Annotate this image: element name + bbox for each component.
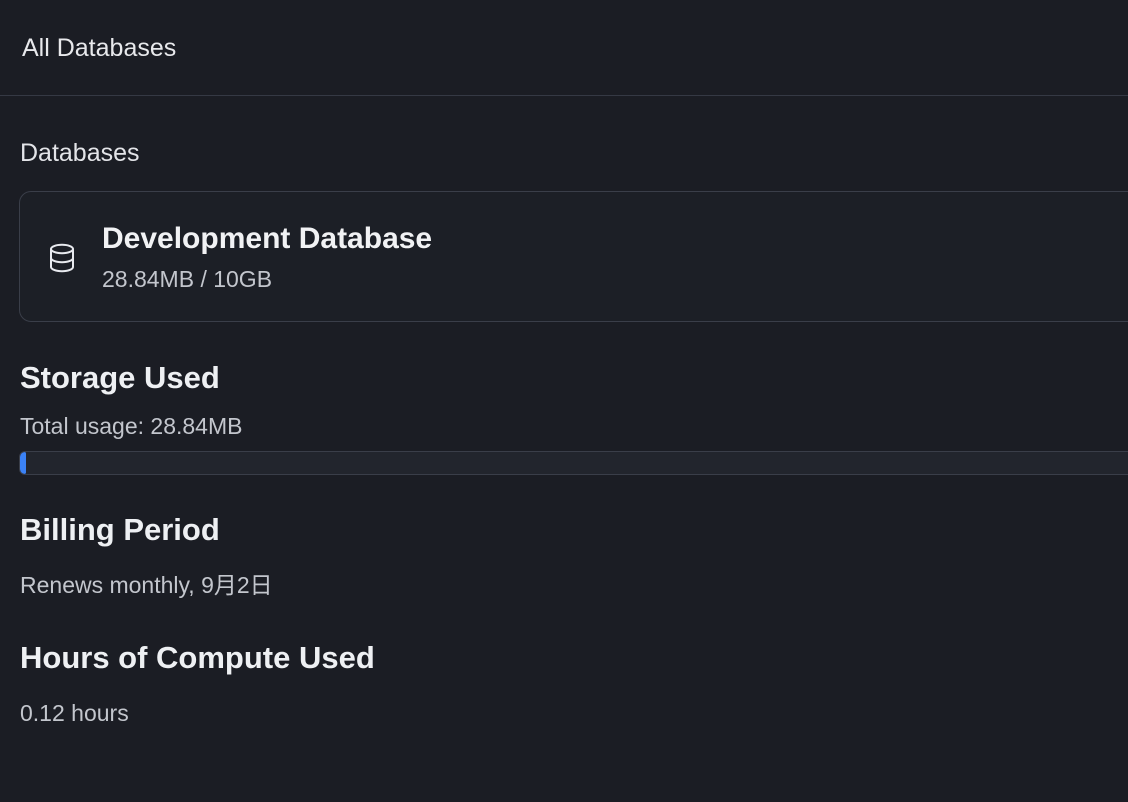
database-usage: 28.84MB / 10GB bbox=[102, 266, 273, 292]
billing-period-title: Billing Period bbox=[20, 512, 220, 547]
page-header: All Databases bbox=[0, 0, 1128, 96]
database-name: Development Database bbox=[102, 222, 433, 255]
database-card[interactable]: Development Database 28.84MB / 10GB bbox=[19, 191, 1128, 322]
compute-hours-value: 0.12 hours bbox=[20, 700, 129, 726]
databases-section-label: Databases bbox=[20, 139, 140, 167]
storage-used-title: Storage Used bbox=[20, 360, 220, 395]
billing-renewal-text: Renews monthly, 9月2日 bbox=[20, 572, 273, 598]
storage-total-usage: Total usage: 28.84MB bbox=[20, 413, 243, 439]
storage-progress-bar bbox=[19, 451, 1128, 475]
compute-hours-title: Hours of Compute Used bbox=[20, 640, 375, 675]
page-title: All Databases bbox=[22, 34, 177, 62]
databases-page: All Databases Databases Development Data… bbox=[0, 0, 1128, 802]
storage-progress-fill bbox=[20, 452, 26, 474]
database-icon bbox=[50, 243, 74, 273]
